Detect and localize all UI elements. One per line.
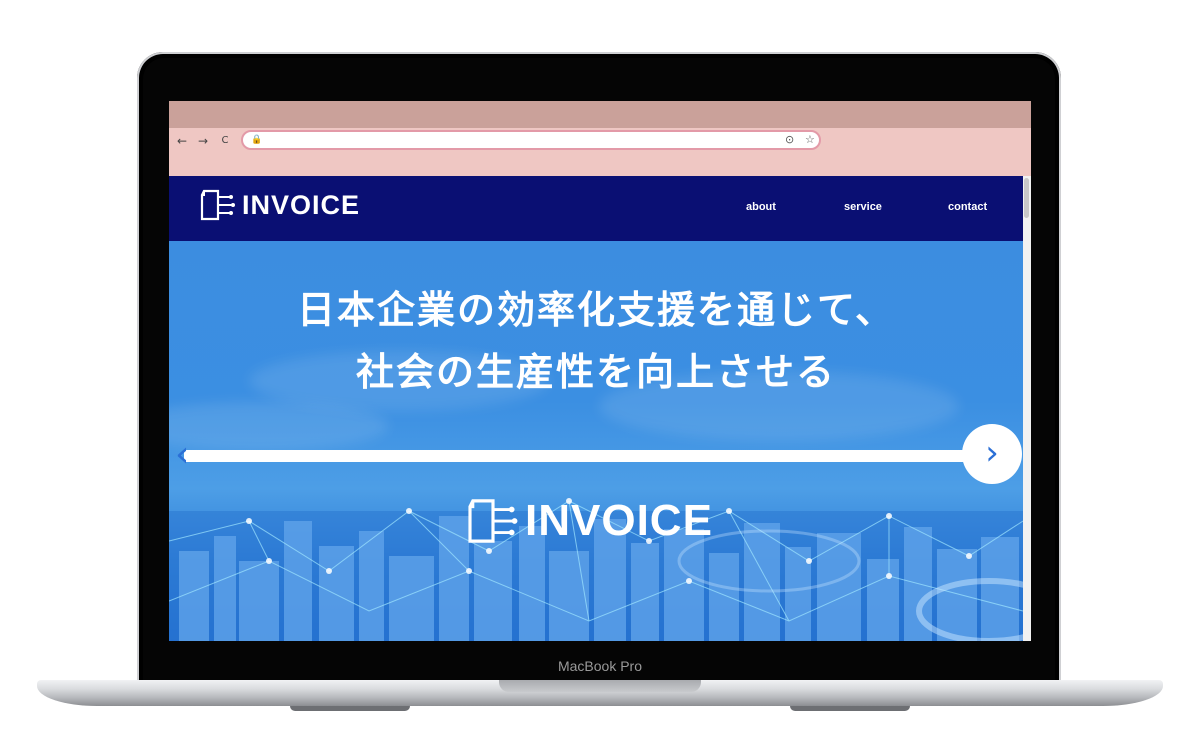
address-bar[interactable]: 🔒 ⊙ ☆	[241, 130, 821, 150]
scrollbar-thumb[interactable]	[1024, 178, 1029, 218]
site-header: INVOICE about service contact	[169, 176, 1023, 241]
document-logo-icon	[468, 499, 518, 543]
device-label: MacBook Pro	[557, 658, 643, 674]
reload-icon[interactable]: C	[218, 134, 232, 148]
back-icon[interactable]: ←	[175, 134, 189, 148]
hero-headline-line2: 社会の生産性を向上させる	[355, 350, 836, 394]
hero-slider: 日本企業の効率化支援を通じて、 社会の生産性を向上させる ‹ › INVOICE	[169, 241, 1023, 641]
laptop-notch	[499, 680, 701, 692]
logo-text[interactable]: INVOICE	[242, 190, 360, 221]
forward-icon[interactable]: →	[196, 134, 210, 148]
laptop-foot	[290, 706, 410, 711]
laptop-foot	[790, 706, 910, 711]
hero-brand-logo: INVOICE	[467, 496, 713, 546]
next-arrow-icon[interactable]: ›	[962, 424, 1022, 484]
bookmark-icon[interactable]: ☆	[805, 133, 815, 146]
hero-brand-text: INVOICE	[525, 496, 713, 545]
nav-service[interactable]: service	[844, 201, 882, 213]
lock-icon: 🔒	[251, 135, 263, 145]
web-page: INVOICE about service contact 日本企業の効率化支援…	[169, 176, 1023, 641]
page-scrollbar[interactable]	[1023, 176, 1031, 641]
share-icon[interactable]: ⊙	[785, 133, 794, 146]
nav-about[interactable]: about	[746, 201, 776, 213]
hero-headline-line1: 日本企業の効率化支援を通じて、	[296, 288, 896, 332]
screen: ← → C 🔒 ⊙ ☆ INVOICE about service contac…	[169, 101, 1031, 641]
document-logo-icon	[200, 189, 235, 221]
prev-arrow-icon[interactable]: ‹	[175, 435, 205, 475]
slide-divider	[184, 450, 994, 462]
browser-tab-strip	[169, 101, 1031, 128]
nav-contact[interactable]: contact	[948, 201, 987, 213]
site-logo[interactable]: INVOICE	[200, 189, 360, 221]
